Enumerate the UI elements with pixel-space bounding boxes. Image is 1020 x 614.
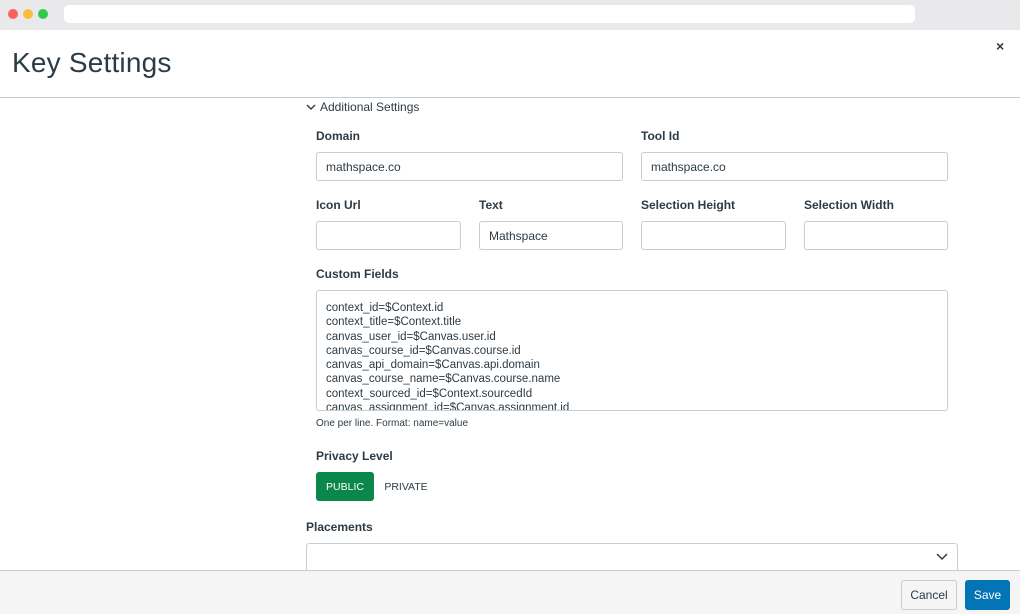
domain-input[interactable] — [316, 152, 623, 181]
tool-id-label: Tool Id — [641, 129, 680, 143]
window-minimize-dot[interactable] — [23, 9, 33, 19]
text-input[interactable] — [479, 221, 623, 250]
browser-chrome — [0, 0, 1020, 30]
text-label: Text — [479, 198, 503, 212]
save-button[interactable]: Save — [965, 580, 1010, 610]
custom-fields-label: Custom Fields — [316, 267, 399, 281]
window-close-dot[interactable] — [8, 9, 18, 19]
tool-id-input[interactable] — [641, 152, 948, 181]
chevron-down-icon — [936, 553, 948, 561]
privacy-public-button[interactable]: PUBLIC — [316, 472, 374, 501]
custom-fields-hint: One per line. Format: name=value — [316, 418, 469, 429]
additional-settings-toggle[interactable]: Additional Settings — [306, 100, 419, 114]
custom-field-line: canvas_api_domain=$Canvas.api.domain — [326, 359, 540, 372]
privacy-level-label: Privacy Level — [316, 449, 393, 463]
icon-url-input[interactable] — [316, 221, 461, 250]
privacy-private-button[interactable]: PRIVATE — [378, 472, 434, 501]
selection-width-label: Selection Width — [804, 198, 894, 212]
placements-label: Placements — [306, 520, 373, 534]
custom-field-line: context_sourced_id=$Context.sourcedId — [326, 387, 533, 400]
custom-fields-textarea[interactable]: context_id=$Context.id context_title=$Co… — [316, 290, 948, 411]
additional-settings-label: Additional Settings — [320, 100, 420, 114]
cancel-button[interactable]: Cancel — [901, 580, 957, 610]
address-bar[interactable] — [64, 5, 915, 23]
custom-field-line: canvas_course_id=$Canvas.course.id — [326, 344, 521, 357]
modal-title: Key Settings — [12, 47, 172, 78]
icon-url-label: Icon Url — [316, 198, 361, 212]
custom-field-line: context_id=$Context.id — [326, 302, 444, 314]
window-maximize-dot[interactable] — [38, 9, 48, 19]
modal-header: Key Settings × — [0, 30, 1020, 98]
custom-field-line: canvas_course_name=$Canvas.course.name — [326, 373, 561, 386]
chevron-down-icon — [306, 104, 316, 110]
placements-select[interactable] — [306, 543, 958, 573]
custom-field-line: canvas_assignment_id=$Canvas.assignment.… — [326, 402, 570, 411]
custom-field-line: context_title=$Context.title — [326, 316, 462, 329]
close-icon[interactable]: × — [996, 38, 1004, 54]
selection-width-input[interactable] — [804, 221, 948, 250]
custom-field-line: canvas_user_id=$Canvas.user.id — [326, 330, 496, 343]
selection-height-label: Selection Height — [641, 198, 736, 212]
selection-height-input[interactable] — [641, 221, 786, 250]
domain-label: Domain — [316, 129, 361, 143]
modal-footer: Cancel Save — [0, 570, 1020, 614]
